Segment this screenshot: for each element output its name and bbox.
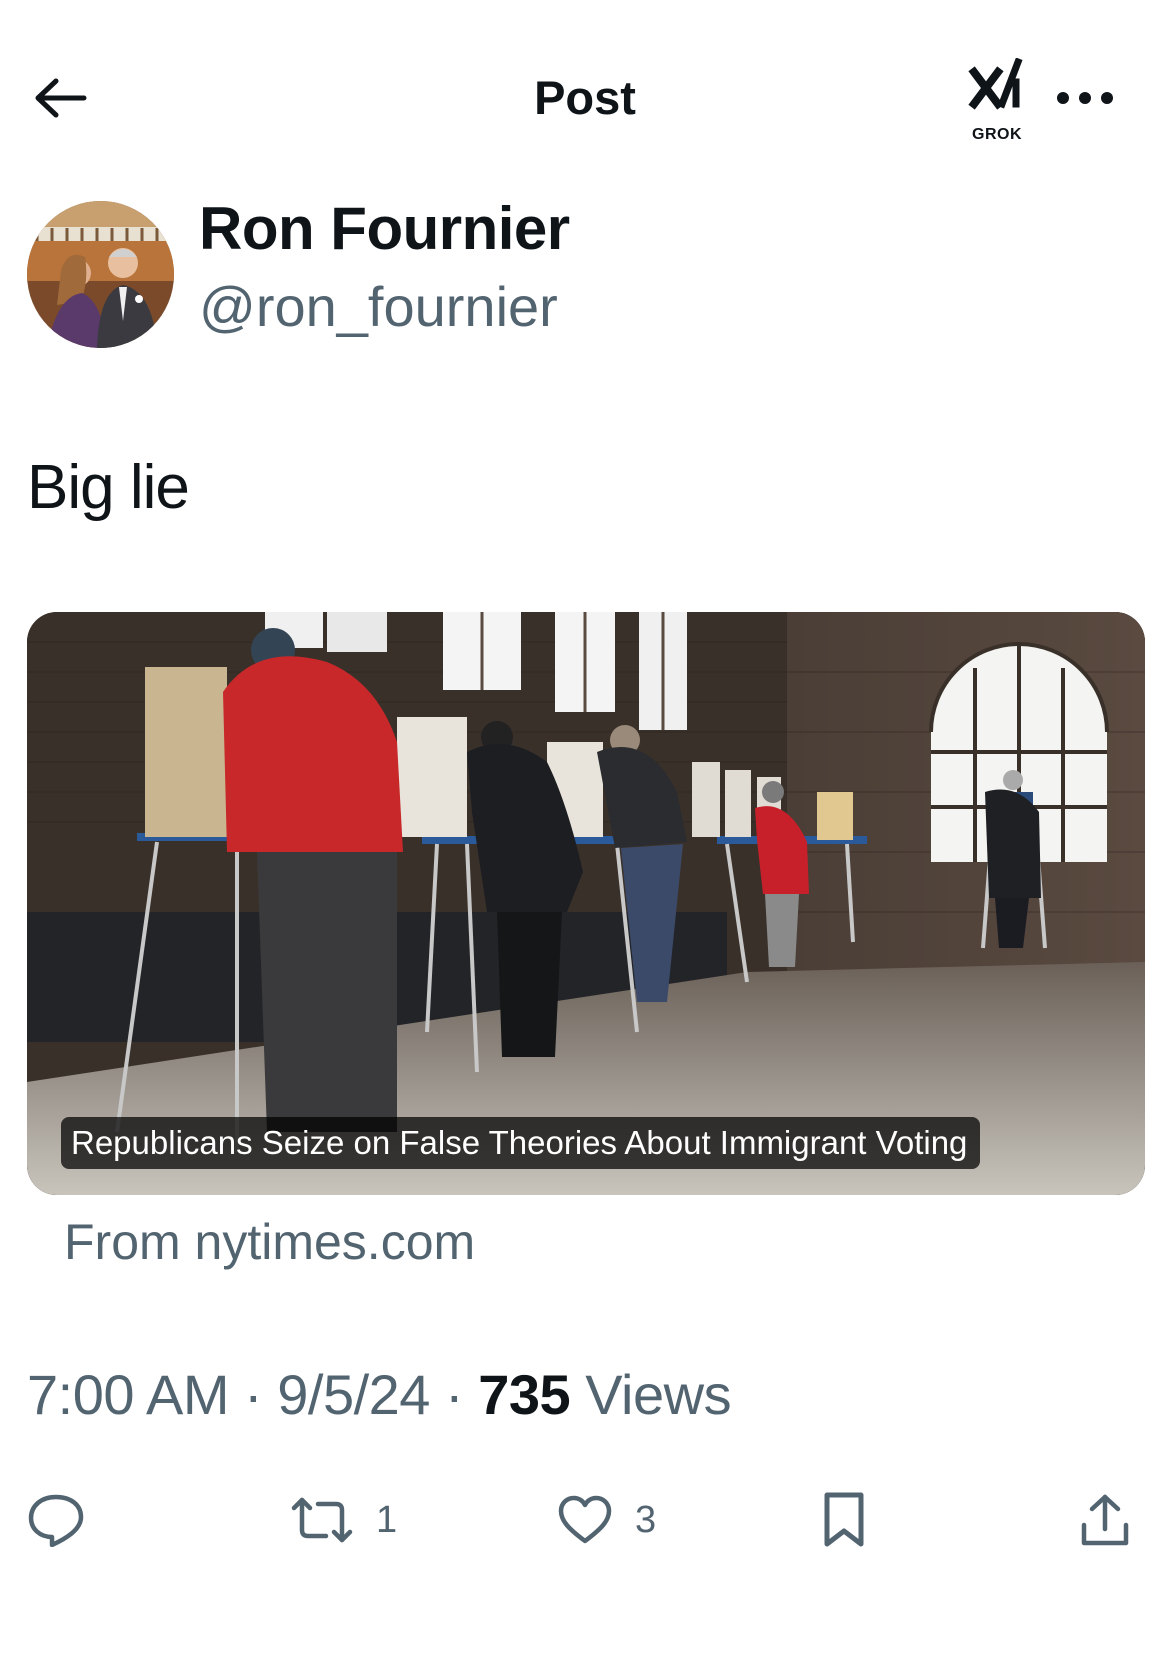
views-count[interactable]: 735	[478, 1363, 570, 1426]
post-date: 9/5/24	[277, 1363, 430, 1426]
heart-icon	[558, 1495, 612, 1544]
repost-icon	[291, 1497, 353, 1543]
views-label: Views	[570, 1363, 732, 1426]
grok-icon	[968, 57, 1023, 110]
grok-button[interactable]: GROK	[958, 57, 1036, 144]
more-dots-icon	[1057, 92, 1113, 104]
grok-label: GROK	[972, 126, 1022, 143]
post-time: 7:00 AM	[27, 1363, 229, 1426]
author-handle[interactable]: @ron_fournier	[199, 273, 558, 341]
reply-button[interactable]	[27, 1488, 85, 1552]
post-meta: 7:00 AM · 9/5/24 · 735 Views	[27, 1360, 732, 1430]
link-card-source[interactable]: From nytimes.com	[64, 1210, 475, 1274]
post-text: Big lie	[27, 453, 190, 522]
repost-count: 1	[376, 1498, 398, 1541]
like-count: 3	[635, 1498, 657, 1541]
speech-bubble-icon	[28, 1494, 84, 1547]
link-preview-image	[27, 612, 1145, 1195]
like-button[interactable]: 3	[557, 1488, 656, 1552]
link-preview-card[interactable]: Republicans Seize on False Theories Abou…	[27, 612, 1145, 1195]
share-button[interactable]	[1080, 1488, 1130, 1552]
repost-button[interactable]: 1	[290, 1488, 397, 1552]
meta-separator: ·	[429, 1363, 479, 1426]
author-name[interactable]: Ron Fournier	[199, 194, 570, 264]
more-options-button[interactable]	[1050, 70, 1120, 126]
bookmark-button[interactable]	[822, 1488, 866, 1552]
author-avatar[interactable]	[27, 201, 174, 348]
share-upload-icon	[1081, 1494, 1129, 1546]
link-card-headline: Republicans Seize on False Theories Abou…	[61, 1117, 981, 1169]
bookmark-icon	[824, 1492, 864, 1547]
meta-separator: ·	[228, 1363, 278, 1426]
